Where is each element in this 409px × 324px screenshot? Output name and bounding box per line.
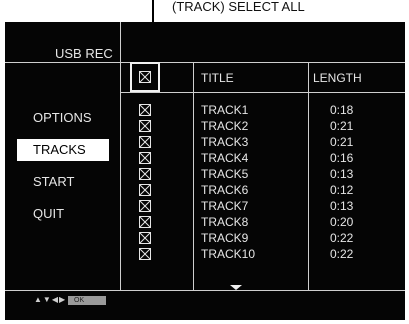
track-title[interactable]: TRACK10	[201, 248, 255, 260]
column-header-length: LENGTH	[313, 71, 362, 85]
ok-button-hint: OK	[68, 296, 106, 305]
menu-divider	[120, 22, 121, 290]
scroll-down-icon[interactable]	[230, 285, 242, 290]
track-checkbox-icon[interactable]	[139, 248, 151, 260]
track-checkbox-icon[interactable]	[139, 152, 151, 164]
track-length: 0:22	[330, 247, 354, 261]
track-length: 0:16	[330, 151, 354, 165]
track-title[interactable]: TRACK3	[201, 136, 248, 148]
header-divider	[5, 62, 405, 63]
track-checkbox-icon[interactable]	[139, 136, 151, 148]
menu-item-options[interactable]: OPTIONS	[17, 107, 109, 129]
usb-rec-screen: USB REC OPTIONS TRACKS START QUIT TITLE …	[5, 22, 405, 320]
column-header-title: TITLE	[201, 71, 234, 85]
track-length: 0:18	[330, 103, 354, 117]
track-length: 0:13	[330, 199, 354, 213]
track-length: 0:13	[330, 167, 354, 181]
menu-item-start[interactable]: START	[17, 171, 109, 193]
track-checkbox-icon[interactable]	[139, 232, 151, 244]
track-checkbox-icon[interactable]	[139, 184, 151, 196]
track-length: 0:21	[330, 135, 354, 149]
track-length: 0:20	[330, 215, 354, 229]
track-title[interactable]: TRACK1	[201, 104, 248, 116]
track-checkbox-icon[interactable]	[139, 104, 151, 116]
track-length: 0:12	[330, 183, 354, 197]
track-checkbox-icon[interactable]	[139, 216, 151, 228]
track-checkbox-icon[interactable]	[139, 168, 151, 180]
footer-divider	[5, 290, 405, 291]
column-header-divider	[120, 92, 405, 93]
track-title[interactable]: TRACK6	[201, 184, 248, 196]
track-checkbox-icon[interactable]	[139, 200, 151, 212]
menu-item-quit[interactable]: QUIT	[17, 203, 109, 225]
track-length: 0:22	[330, 231, 354, 245]
callout-label: (TRACK) SELECT ALL	[172, 0, 305, 14]
track-title[interactable]: TRACK7	[201, 200, 248, 212]
track-title[interactable]: TRACK2	[201, 120, 248, 132]
track-title[interactable]: TRACK8	[201, 216, 248, 228]
checkbox-column-divider	[193, 62, 194, 290]
arrow-keys-icon: ▲▼◀▶	[34, 295, 67, 304]
screen-title: USB REC	[55, 46, 113, 61]
track-length: 0:21	[330, 119, 354, 133]
menu-item-tracks[interactable]: TRACKS	[17, 139, 109, 161]
track-checkbox-icon[interactable]	[139, 120, 151, 132]
track-title[interactable]: TRACK5	[201, 168, 248, 180]
title-column-divider	[308, 62, 309, 290]
track-title[interactable]: TRACK4	[201, 152, 248, 164]
track-title[interactable]: TRACK9	[201, 232, 248, 244]
select-all-checkbox-icon[interactable]	[139, 71, 151, 83]
